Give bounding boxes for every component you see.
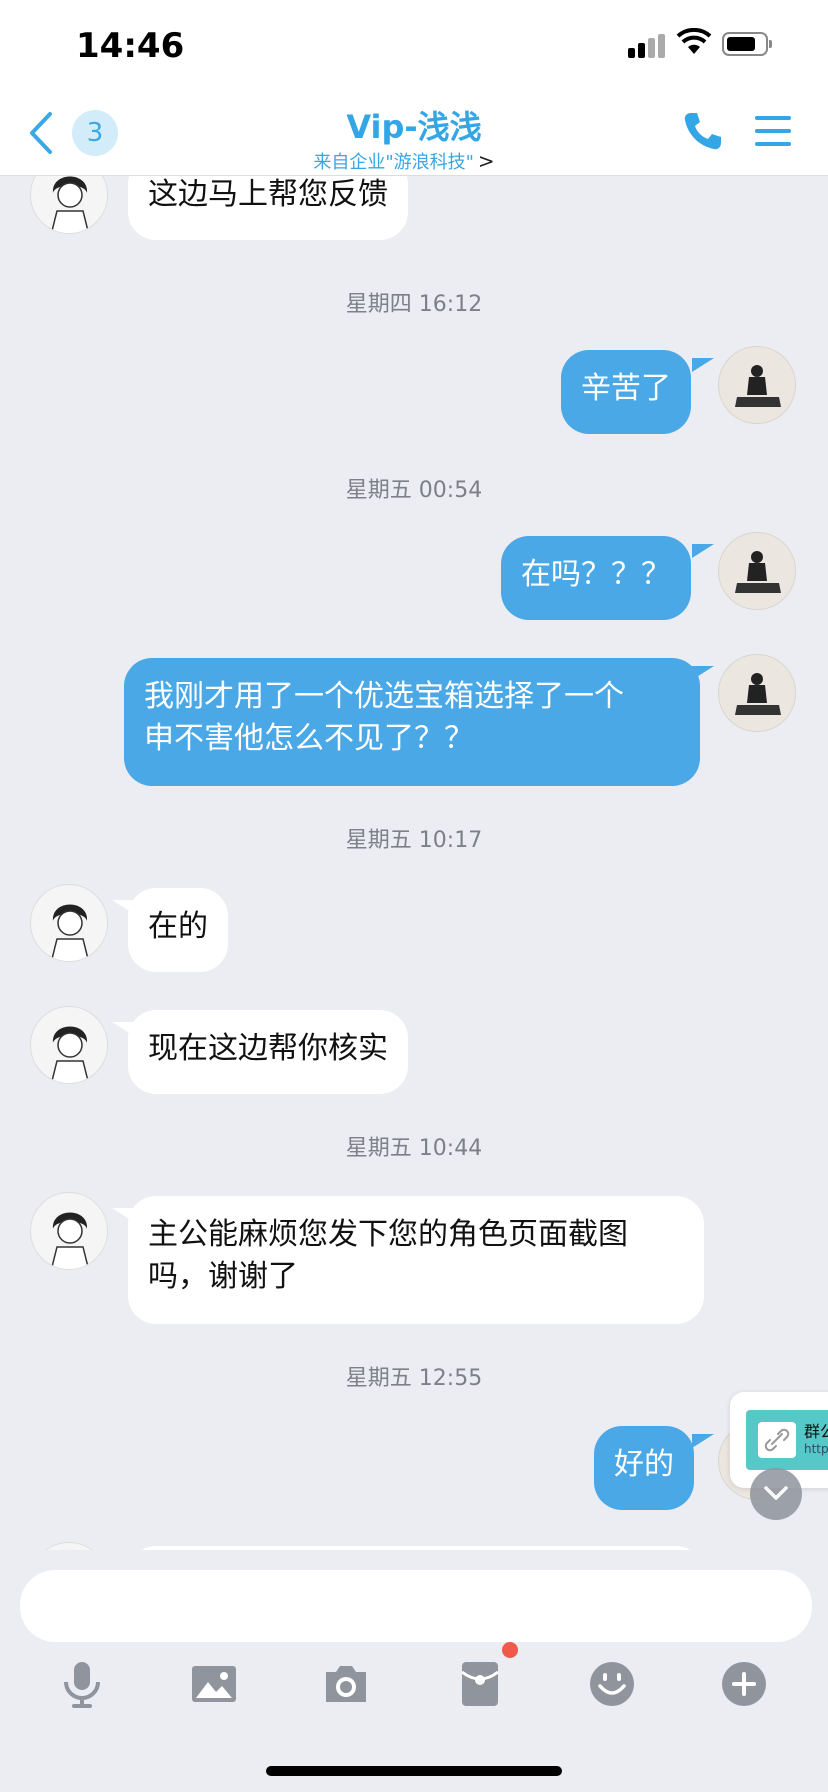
home-indicator bbox=[266, 1766, 562, 1776]
wifi-icon bbox=[676, 28, 712, 54]
message-bubble-outgoing[interactable]: 我刚才用了一个优选宝箱选择了一个 申不害他怎么不见了？？ bbox=[124, 658, 700, 786]
timestamp: 星期五 00:54 bbox=[345, 478, 483, 503]
composer bbox=[0, 1550, 828, 1792]
message-line: 我刚才用了一个优选宝箱选择了一个 bbox=[144, 679, 624, 714]
agent-avatar[interactable] bbox=[30, 176, 108, 234]
timestamp: 星期五 10:44 bbox=[345, 1136, 483, 1161]
agent-avatar[interactable] bbox=[30, 1006, 108, 1084]
phone-call-icon[interactable] bbox=[682, 110, 724, 152]
status-bar: 14:46 bbox=[0, 0, 828, 94]
user-avatar[interactable] bbox=[718, 532, 796, 610]
agent-avatar[interactable] bbox=[30, 884, 108, 962]
battery-icon bbox=[722, 32, 772, 56]
message-list[interactable]: 这边马上帮您反馈 星期四 16:12 辛苦了 星期五 00:54 在吗？？？ 我… bbox=[0, 176, 828, 1550]
chevron-right-icon: > bbox=[477, 149, 495, 173]
message-bubble-outgoing[interactable]: 好的 bbox=[594, 1426, 694, 1510]
message-bubble-outgoing[interactable]: 辛苦了 bbox=[561, 350, 691, 434]
status-time: 14:46 bbox=[76, 26, 185, 66]
timestamp: 星期四 16:12 bbox=[345, 292, 483, 317]
message-line: 吗，谢谢了 bbox=[148, 1259, 298, 1294]
link-card-url: http bbox=[804, 1442, 828, 1456]
camera-icon[interactable] bbox=[320, 1658, 372, 1710]
user-avatar[interactable] bbox=[718, 654, 796, 732]
enterprise-label: 来自企业"游浪科技" bbox=[313, 152, 474, 173]
scroll-to-bottom-button[interactable] bbox=[750, 1468, 802, 1520]
message-input[interactable] bbox=[20, 1570, 812, 1642]
message-line: 主公能麻烦您发下您的角色页面截图 bbox=[148, 1217, 628, 1252]
link-card-title: 群公 bbox=[804, 1422, 828, 1441]
agent-avatar[interactable] bbox=[30, 1192, 108, 1270]
timestamp: 星期五 12:55 bbox=[345, 1366, 483, 1391]
message-bubble-incoming[interactable]: 现在这边帮你核实 bbox=[128, 1010, 408, 1094]
cellular-signal-icon bbox=[628, 34, 666, 58]
message-bubble-incoming[interactable]: 主公能麻烦您发下您的角色页面截图 吗，谢谢了 bbox=[128, 1196, 704, 1324]
message-line: 申不害他怎么不见了？？ bbox=[144, 721, 474, 756]
emoji-icon[interactable] bbox=[586, 1658, 638, 1710]
timestamp: 星期五 10:17 bbox=[345, 828, 483, 853]
message-bubble-incoming[interactable]: 在的 bbox=[128, 888, 228, 972]
link-icon bbox=[758, 1422, 796, 1458]
message-bubble-incoming[interactable]: 这边马上帮您反馈 bbox=[128, 176, 408, 240]
notification-dot bbox=[502, 1642, 518, 1658]
menu-icon[interactable] bbox=[755, 114, 791, 148]
plus-icon[interactable] bbox=[718, 1658, 770, 1710]
image-icon[interactable] bbox=[188, 1658, 240, 1710]
red-packet-icon[interactable] bbox=[454, 1658, 506, 1710]
user-avatar[interactable] bbox=[718, 346, 796, 424]
microphone-icon[interactable] bbox=[56, 1658, 108, 1710]
chat-header: 3 Vip-浅浅 来自企业"游浪科技" > bbox=[0, 94, 828, 176]
message-bubble-outgoing[interactable]: 在吗？？？ bbox=[501, 536, 691, 620]
chevron-down-icon bbox=[764, 1486, 788, 1500]
agent-avatar[interactable] bbox=[30, 1542, 108, 1550]
